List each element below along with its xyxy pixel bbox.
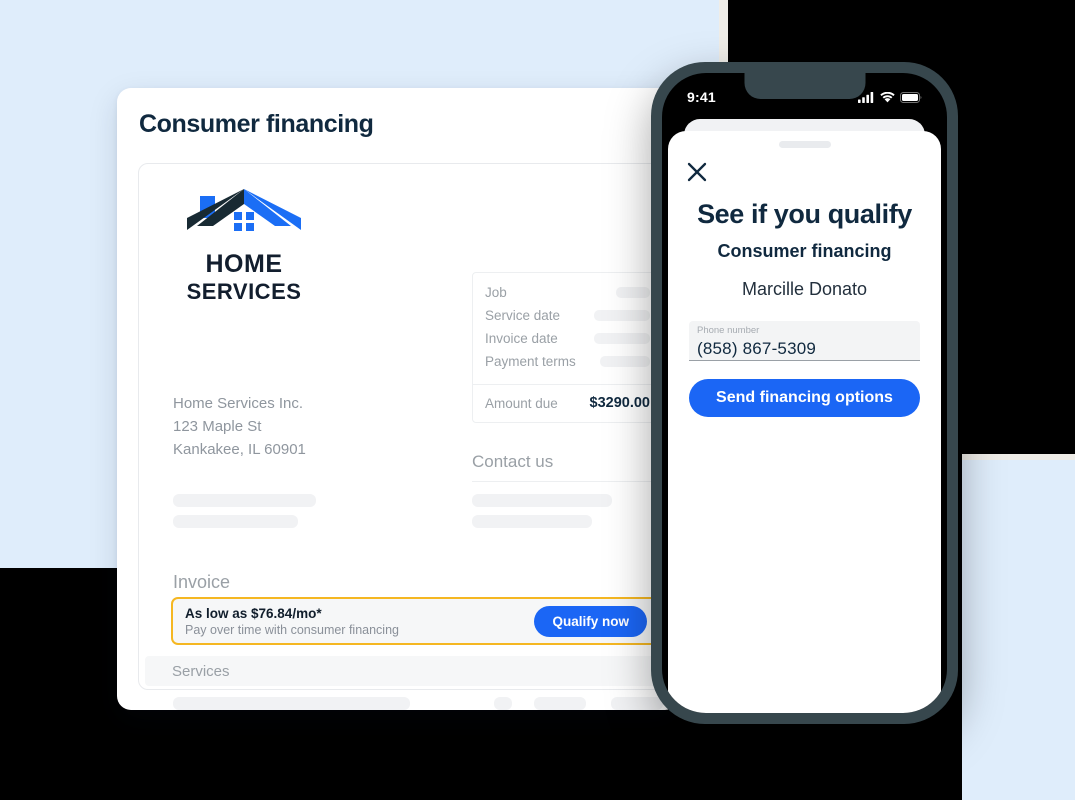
detail-label: Job [485,284,507,300]
status-icons [858,91,922,103]
placeholder-bar [472,494,612,507]
invoice-details-rows: Job Service date Invoice date Payment te… [473,273,662,384]
phone-number-field[interactable]: Phone number (858) 867-5309 [689,321,920,361]
placeholder-bar [472,515,592,528]
detail-label: Invoice date [485,330,558,346]
page-title: Consumer financing [139,110,374,138]
business-street: 123 Maple St [173,418,262,435]
left-placeholder-block [173,494,316,536]
logo-word-home: HOME [205,250,283,278]
placeholder-bar [173,697,410,710]
battery-icon [900,91,922,103]
detail-value-placeholder [594,332,650,344]
business-address: Home Services Inc. 123 Maple St Kankakee… [173,392,306,461]
placeholder-bar [494,697,512,710]
customer-name: Marcille Donato [741,279,868,299]
invoice-body: HOME SERVICES Home Services Inc. 123 Map… [138,163,679,710]
services-column-header: Services [172,662,230,680]
phone-screen: 9:41 See if you qualify Consumer financi… [662,73,947,713]
detail-label: Service date [485,307,561,323]
amount-due-label: Amount due [485,395,558,411]
detail-label: Payment terms [485,353,576,369]
amount-due-row: Amount due $3290.00 [473,385,662,422]
contact-us-divider [472,481,679,482]
background-panel-corner [962,460,1075,800]
placeholder-bar [173,494,316,507]
phone-number-label: Phone number [697,325,760,336]
close-icon[interactable] [686,161,708,183]
send-financing-options-button[interactable]: Send financing options [689,379,920,417]
wifi-icon [880,91,895,102]
financing-offer-text: As low as $76.84/mo* Pay over time with … [185,605,399,638]
phone-device: 9:41 See if you qualify Consumer financi… [651,62,958,724]
services-table-header: Services [145,656,674,686]
table-row [173,697,674,710]
modal-subtitle: Consumer financing [717,241,892,261]
detail-value-placeholder [594,309,650,321]
amount-due-value: $3290.00 [589,395,650,411]
detail-row: Payment terms [485,351,650,371]
financing-offer-banner: As low as $76.84/mo* Pay over time with … [171,597,658,645]
cellular-signal-icon [858,91,874,103]
detail-row: Service date [485,305,650,325]
financing-headline: As low as $76.84/mo* [185,605,322,621]
invoice-card: Consumer financing HOME SERVICES Home Se… [117,88,679,710]
screenshot-stage: Consumer financing HOME SERVICES Home Se… [0,0,1075,800]
financing-subline: Pay over time with consumer financing [185,622,399,637]
placeholder-bar [611,697,663,710]
company-logo: HOME SERVICES [173,186,315,304]
right-placeholder-block [472,494,612,536]
detail-row: Job [485,282,650,302]
home-services-house-logo-icon [187,189,301,231]
detail-value-placeholder [616,286,650,298]
phone-number-input[interactable]: (858) 867-5309 [697,337,912,360]
business-city-state-zip: Kankakee, IL 60901 [173,441,306,458]
detail-row: Invoice date [485,328,650,348]
contact-us-heading: Contact us [472,452,554,471]
placeholder-bar [534,697,586,710]
business-name: Home Services Inc. [173,395,304,412]
invoice-section-label: Invoice [173,572,231,592]
detail-value-placeholder [600,355,650,367]
modal-title: See if you qualify [697,199,912,229]
status-time: 9:41 [687,89,716,105]
qualify-modal-sheet: See if you qualify Consumer financing Ma… [668,131,941,713]
qualify-now-button[interactable]: Qualify now [534,605,647,637]
invoice-details-box: Job Service date Invoice date Payment te… [472,272,663,423]
sheet-drag-handle[interactable] [778,141,831,148]
placeholder-bar [173,515,298,528]
status-bar: 9:41 [662,73,947,117]
logo-word-services: SERVICES [186,278,302,304]
